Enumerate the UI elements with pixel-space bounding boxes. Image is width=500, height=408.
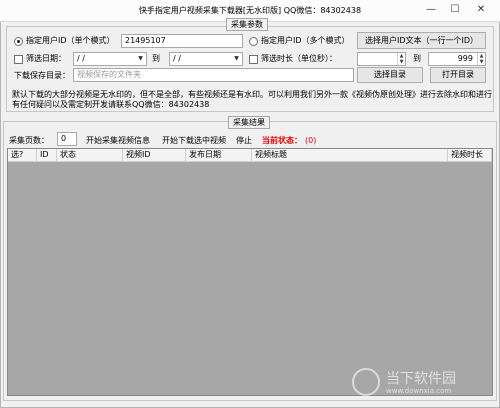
user-id-input[interactable]: 21495107 (121, 34, 243, 48)
date-filter-checkbox[interactable] (14, 55, 23, 64)
multi-user-radio[interactable] (249, 37, 258, 46)
date-to-input[interactable]: / / ▼ (169, 52, 243, 66)
open-dir-button[interactable]: 打开目录 (430, 67, 486, 83)
duration-filter-checkbox[interactable] (249, 55, 258, 64)
chevron-down-icon[interactable]: ▼ (232, 53, 241, 65)
choose-dir-button[interactable]: 选择目录 (357, 67, 423, 83)
date-from-input[interactable]: / / ▼ (73, 52, 147, 66)
results-legend: 采集结果 (228, 116, 270, 129)
col-publish-date[interactable]: 发布日期 (186, 149, 252, 161)
video-table[interactable]: 选? ID 状态 视频ID 发布日期 视频标题 视频时长 (7, 148, 493, 396)
date-from-value: / / (77, 54, 85, 63)
spinner-arrows-icon[interactable]: ▲ ▼ (477, 53, 485, 65)
watermark-site-url: www.downxia.com (386, 387, 452, 395)
date-to-value: / / (173, 54, 181, 63)
table-header: 选? ID 状态 视频ID 发布日期 视频标题 视频时长 (8, 149, 492, 162)
maximize-button[interactable]: ☐ (444, 2, 466, 18)
single-user-label: 指定用户ID（单个模式） (26, 36, 115, 45)
col-video-duration[interactable]: 视频时长 (448, 149, 492, 161)
col-select[interactable]: 选? (8, 149, 37, 161)
col-video-title[interactable]: 视频标题 (252, 149, 448, 161)
duration-filter-label: 筛选时长（单位秒）： (261, 54, 337, 63)
start-download-button[interactable]: 开始下载选中视频 (162, 135, 226, 147)
col-id[interactable]: ID (37, 149, 57, 161)
choose-user-file-button[interactable]: 选择用户ID文本（一行一个ID） (357, 32, 486, 49)
col-status[interactable]: 状态 (57, 149, 123, 161)
chevron-down-icon[interactable]: ▼ (136, 53, 145, 65)
save-dir-label: 下载保存目录： (14, 71, 70, 80)
status-label: 当前状态： (262, 136, 302, 145)
start-collect-button[interactable]: 开始采集视频信息 (86, 135, 150, 147)
duration-to-value: 999 (457, 54, 473, 63)
save-dir-input[interactable]: 视频保存的文件夹 (73, 68, 354, 82)
close-button[interactable]: ✕ (470, 2, 492, 18)
date-to-label: 到 (152, 54, 160, 63)
col-video-id[interactable]: 视频ID (123, 149, 186, 161)
pages-label: 采集页数： (9, 136, 49, 145)
minimize-button[interactable]: — (420, 2, 442, 18)
stop-button[interactable]: 停止 (236, 135, 252, 147)
multi-user-label: 指定用户ID（多个模式） (261, 36, 350, 45)
duration-to-input[interactable]: 999 ▲ ▼ (428, 52, 486, 66)
date-filter-label: 筛选日期： (26, 54, 66, 63)
duration-from-input[interactable]: ▲ ▼ (357, 52, 406, 66)
params-legend: 采集参数 (226, 18, 268, 31)
status-value: (0) (305, 136, 317, 145)
watermark-logo-icon (352, 368, 380, 396)
spinner-arrows-icon[interactable]: ▲ ▼ (397, 53, 405, 65)
single-user-radio[interactable] (14, 37, 23, 46)
pages-input[interactable]: 0 (57, 132, 77, 146)
duration-to-label: 到 (413, 54, 421, 63)
notice-line-2: 有任何疑问以及需定制开发请联系QQ微信：84302438 (12, 100, 210, 109)
site-watermark: 当下软件园 www.downxia.com (352, 366, 492, 400)
watermark-site-name: 当下软件园 (386, 371, 456, 387)
